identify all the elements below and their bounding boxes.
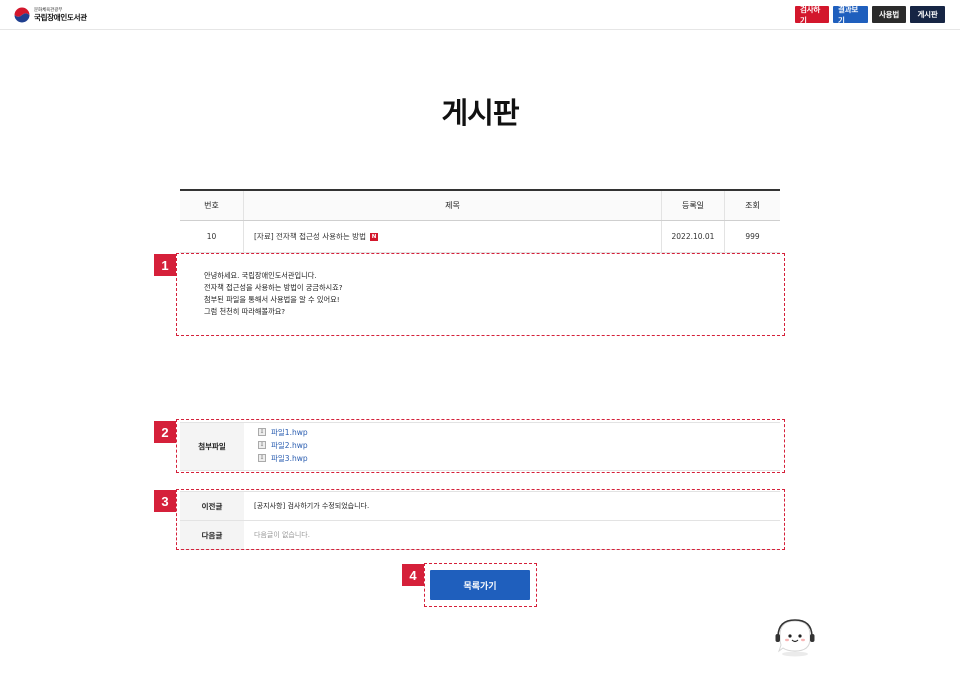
post-date: 2022.10.01	[662, 221, 725, 252]
column-header-title: 제목	[244, 191, 662, 220]
callout-marker-4: 4	[402, 564, 424, 586]
new-badge: N	[370, 232, 378, 241]
attachments-highlight-box	[176, 419, 785, 473]
government-emblem-icon	[14, 7, 30, 23]
page-title: 게시판	[441, 96, 519, 130]
chatbot-icon[interactable]	[774, 617, 816, 657]
callout-marker-1: 1	[154, 254, 176, 276]
post-views: 999	[745, 232, 760, 241]
content-line: 첨부된 파일을 통해서 사용법을 알 수 있어요!	[204, 295, 340, 304]
content-line: 그럼 천천히 따라해볼까요?	[204, 307, 286, 316]
content-line: 안녕하세요. 국립장애인도서관입니다.	[204, 271, 317, 280]
nav-howto-button[interactable]: 사용법	[872, 6, 906, 23]
top-nav: 검사하기 결과보기 사용법 게시판	[795, 5, 945, 25]
callout-marker-2: 2	[154, 421, 176, 443]
table-row: 10 [자료] 전자책 접근성 사용하는 방법 N 2022.10.01 999	[180, 221, 780, 253]
post-title: [자료] 전자책 접근성 사용하는 방법	[254, 232, 366, 241]
post-title-cell: [자료] 전자책 접근성 사용하는 방법 N	[244, 221, 662, 252]
nav-test-button[interactable]: 검사하기	[795, 5, 829, 25]
logo-title: 국립장애인도서관	[34, 13, 87, 22]
back-to-list-button[interactable]: 목록가기	[430, 570, 530, 600]
callout-marker-3: 3	[154, 490, 176, 512]
post-content: 안녕하세요. 국립장애인도서관입니다. 전자책 접근성을 사용하는 방법이 궁금…	[204, 270, 343, 318]
content-line: 전자책 접근성을 사용하는 방법이 궁금하시죠?	[204, 283, 343, 292]
board-header-row: 번호 제목 등록일 조회	[180, 189, 780, 221]
prev-next-highlight-box	[176, 489, 785, 550]
board-table: 번호 제목 등록일 조회 10 [자료] 전자책 접근성 사용하는 방법 N 2…	[180, 189, 780, 253]
column-header-date: 등록일	[662, 191, 725, 220]
site-logo[interactable]: 문화체육관광부 국립장애인도서관	[14, 7, 87, 23]
nav-board-button[interactable]: 게시판	[910, 6, 945, 23]
nav-results-button[interactable]: 결과보기	[833, 5, 868, 25]
site-header: 문화체육관광부 국립장애인도서관 검사하기 결과보기 사용법 게시판	[0, 0, 960, 30]
column-header-number: 번호	[180, 191, 244, 220]
post-number: 10	[180, 221, 244, 252]
column-header-views: 조회	[745, 201, 760, 210]
